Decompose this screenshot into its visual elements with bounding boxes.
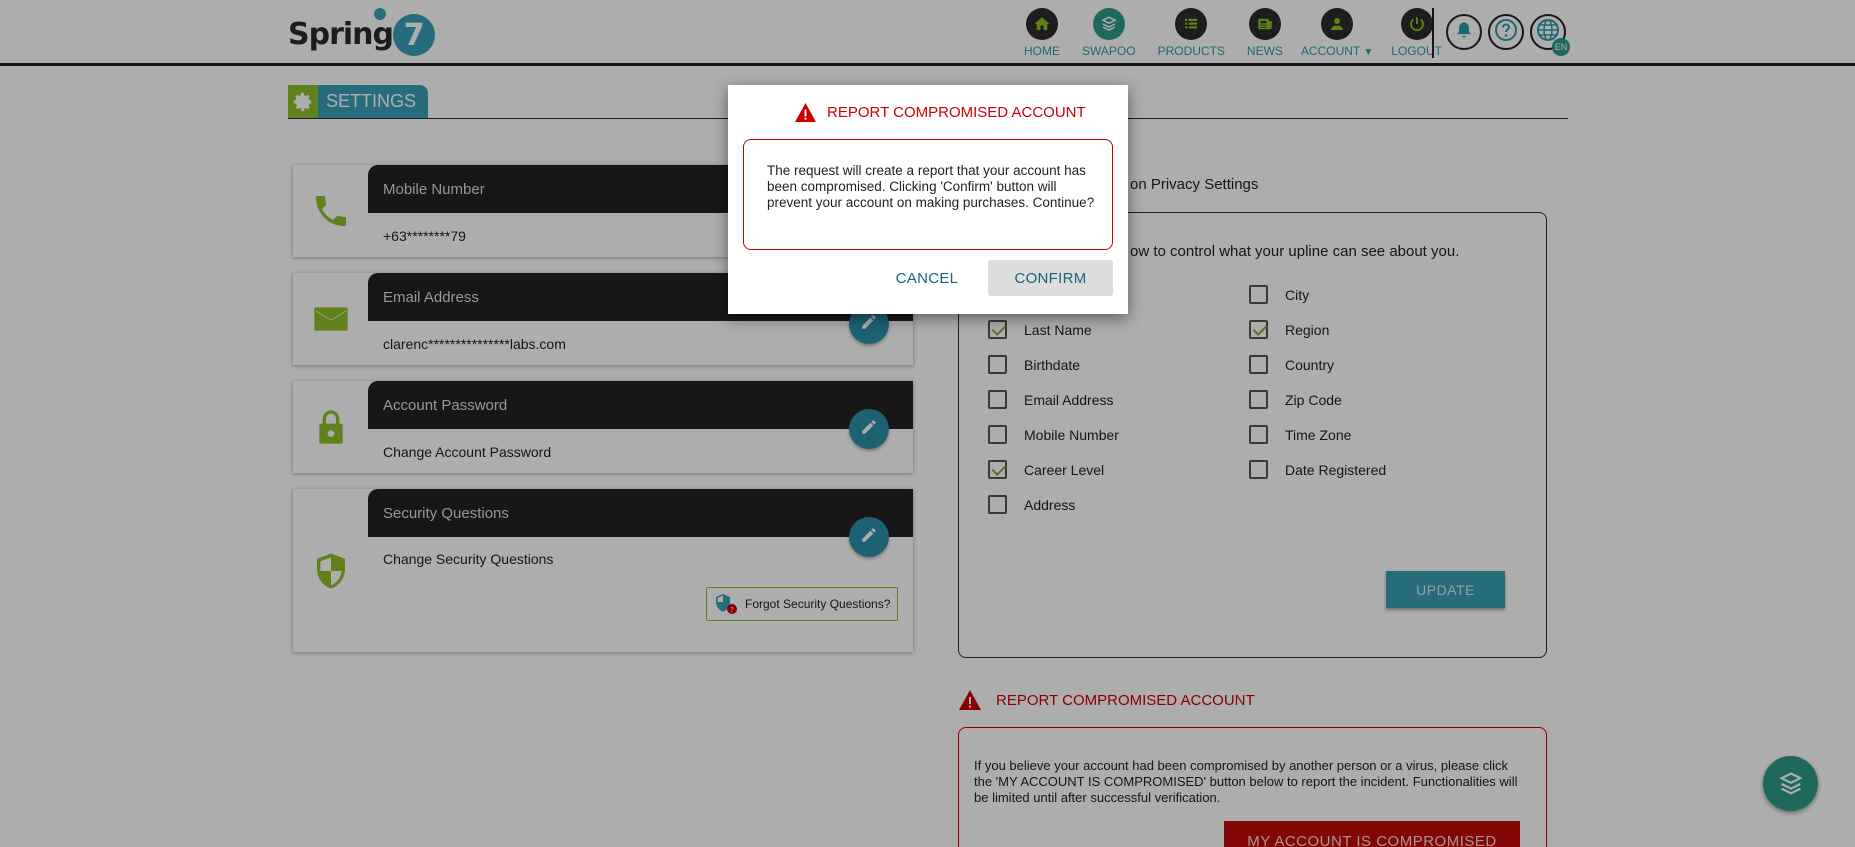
warning-icon <box>794 102 817 123</box>
dialog-message: The request will create a report that yo… <box>767 163 1095 210</box>
report-compromised-dialog: REPORT COMPROMISED ACCOUNT The request w… <box>728 85 1128 314</box>
dialog-title: REPORT COMPROMISED ACCOUNT <box>794 102 1086 123</box>
cancel-button[interactable]: CANCEL <box>888 260 966 296</box>
dialog-title-text: REPORT COMPROMISED ACCOUNT <box>827 104 1086 121</box>
confirm-button[interactable]: CONFIRM <box>988 260 1113 296</box>
